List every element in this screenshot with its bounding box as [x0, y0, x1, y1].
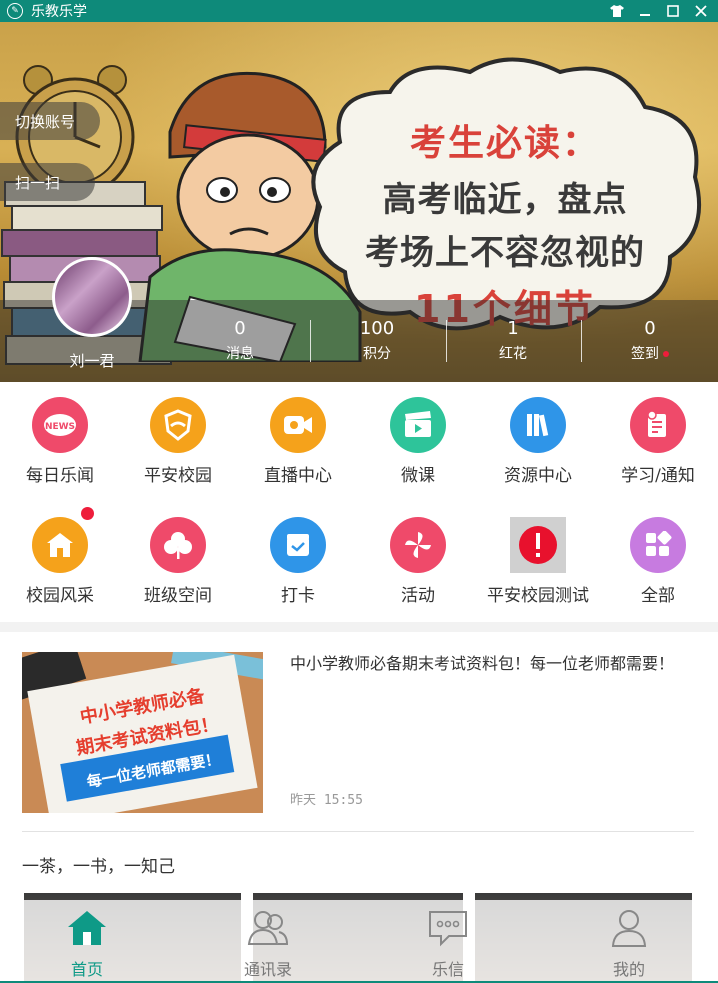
shirt-icon[interactable]: [610, 4, 624, 18]
new-badge: [81, 507, 94, 520]
scan-button[interactable]: 扫一扫: [0, 163, 95, 201]
grid-item-check-in[interactable]: 打卡: [238, 517, 358, 606]
close-icon[interactable]: [694, 4, 708, 18]
title-bar: ✎ 乐教乐学: [0, 0, 718, 22]
profile-icon: [611, 910, 647, 947]
window-controls: [610, 0, 708, 22]
news-time: 昨天 15:55: [290, 793, 363, 808]
tab-messages-label: 乐信: [431, 960, 464, 979]
tab-home-label: 首页: [70, 960, 103, 979]
grid-item-daily-news[interactable]: NEWS 每日乐闻: [0, 397, 120, 486]
stat-flowers[interactable]: 1 红花: [463, 318, 563, 363]
news-icon: NEWS: [32, 397, 88, 453]
section-title: 一茶，一书，一知己: [22, 857, 175, 877]
headline-line-3: 考场上不容忽视的: [365, 233, 645, 273]
stat-flowers-label: 红花: [499, 346, 527, 362]
grid-item-label: 打卡: [281, 586, 315, 606]
stat-checkin-label-wrap: 签到: [600, 343, 700, 363]
grid-item-activities[interactable]: 活动: [358, 517, 478, 606]
avatar[interactable]: [52, 257, 132, 337]
grid-item-all[interactable]: 全部: [598, 517, 718, 606]
school-icon: [32, 507, 94, 573]
grid-item-label: 每日乐闻: [26, 466, 94, 486]
app-logo-icon: ✎: [7, 3, 23, 19]
pinwheel-icon: [390, 517, 446, 573]
grid-item-label: 资源中心: [504, 466, 572, 486]
news-divider: [22, 831, 694, 832]
news-item[interactable]: 中小学教师必备 期末考试资料包！ 每一位老师都需要！ 中小学教师必备期末考试资料…: [0, 632, 718, 842]
stat-checkin-value: 0: [644, 318, 656, 339]
clapperboard-icon: [390, 397, 446, 453]
grid-item-label: 班级空间: [144, 586, 212, 606]
grid-item-resource-center[interactable]: 资源中心: [478, 397, 598, 486]
grid-item-label: 活动: [401, 586, 435, 606]
stat-points-label: 积分: [363, 346, 391, 362]
headline-line-2: 高考临近，盘点: [382, 180, 628, 220]
stat-divider: [446, 320, 447, 362]
grid-item-class-space[interactable]: 班级空间: [118, 517, 238, 606]
stat-messages[interactable]: 0 消息: [190, 318, 290, 363]
app-title: 乐教乐学: [31, 4, 87, 20]
maximize-icon[interactable]: [666, 4, 680, 18]
grid-item-live-center[interactable]: 直播中心: [238, 397, 358, 486]
grid-item-label: 微课: [401, 466, 435, 486]
grid-item-label: 平安校园: [144, 466, 212, 486]
switch-account-button[interactable]: 切换账号: [0, 102, 100, 140]
grid-item-safe-campus[interactable]: 平安校园: [118, 397, 238, 486]
section-divider: [0, 622, 718, 632]
checkin-icon: [270, 517, 326, 573]
tab-profile[interactable]: 我的: [569, 908, 689, 980]
stat-points[interactable]: 100 积分: [327, 318, 427, 363]
banner[interactable]: 考生必读： 高考临近，盘点 考场上不容忽视的 11个细节 切换账号 扫一扫 刘一…: [0, 22, 718, 382]
grid-item-label: 校园风采: [26, 586, 94, 606]
grid-item-study-notice[interactable]: 学习/通知: [598, 397, 718, 486]
stat-checkin-label: 签到: [631, 346, 659, 362]
tab-contacts-label: 通讯录: [243, 960, 292, 979]
news-thumbnail[interactable]: 中小学教师必备 期末考试资料包！ 每一位老师都需要！: [22, 652, 263, 813]
chat-icon: [429, 911, 467, 947]
apps-icon: [630, 517, 686, 573]
grid-item-label: 学习/通知: [621, 466, 695, 486]
stat-messages-label: 消息: [226, 346, 254, 362]
grid-item-label: 平安校园测试: [487, 586, 589, 606]
minimize-icon[interactable]: [638, 4, 652, 18]
stat-checkin[interactable]: 0 签到: [600, 318, 700, 363]
feature-grid: NEWS 每日乐闻 平安校园 直播中心 微课 资源中心 学习/通知 校园风采 班…: [0, 382, 718, 622]
tab-home[interactable]: 首页: [27, 908, 147, 980]
stat-divider: [581, 320, 582, 362]
bottom-tab-bar: 首页 通讯录 乐信 我的: [0, 900, 718, 983]
grid-item-label: 直播中心: [264, 466, 332, 486]
clover-icon: [150, 517, 206, 573]
stat-divider: [310, 320, 311, 362]
books-icon: [510, 397, 566, 453]
tab-contacts[interactable]: 通讯录: [208, 908, 328, 980]
grid-item-label: 全部: [641, 586, 675, 606]
stat-messages-value: 0: [234, 318, 246, 339]
user-name[interactable]: 刘一君: [40, 350, 144, 371]
stat-points-value: 100: [359, 318, 395, 339]
tab-messages[interactable]: 乐信: [388, 908, 508, 980]
notice-icon: [630, 397, 686, 453]
svg-text:NEWS: NEWS: [45, 422, 75, 432]
home-icon: [68, 911, 106, 945]
grid-item-campus-style[interactable]: 校园风采: [0, 507, 120, 606]
news-title[interactable]: 中小学教师必备期末考试资料包！每一位老师都需要！: [290, 650, 700, 678]
checkin-badge: [663, 351, 669, 357]
grid-item-micro-lessons[interactable]: 微课: [358, 397, 478, 486]
video-camera-icon: [270, 397, 326, 453]
alert-icon: [510, 517, 566, 573]
stat-flowers-value: 1: [507, 318, 519, 339]
tab-profile-label: 我的: [612, 960, 645, 979]
shield-icon: [150, 397, 206, 453]
grid-item-safe-campus-test[interactable]: 平安校园测试: [478, 517, 598, 606]
headline-line-1: 考生必读：: [409, 123, 600, 164]
contacts-icon: [247, 911, 289, 945]
